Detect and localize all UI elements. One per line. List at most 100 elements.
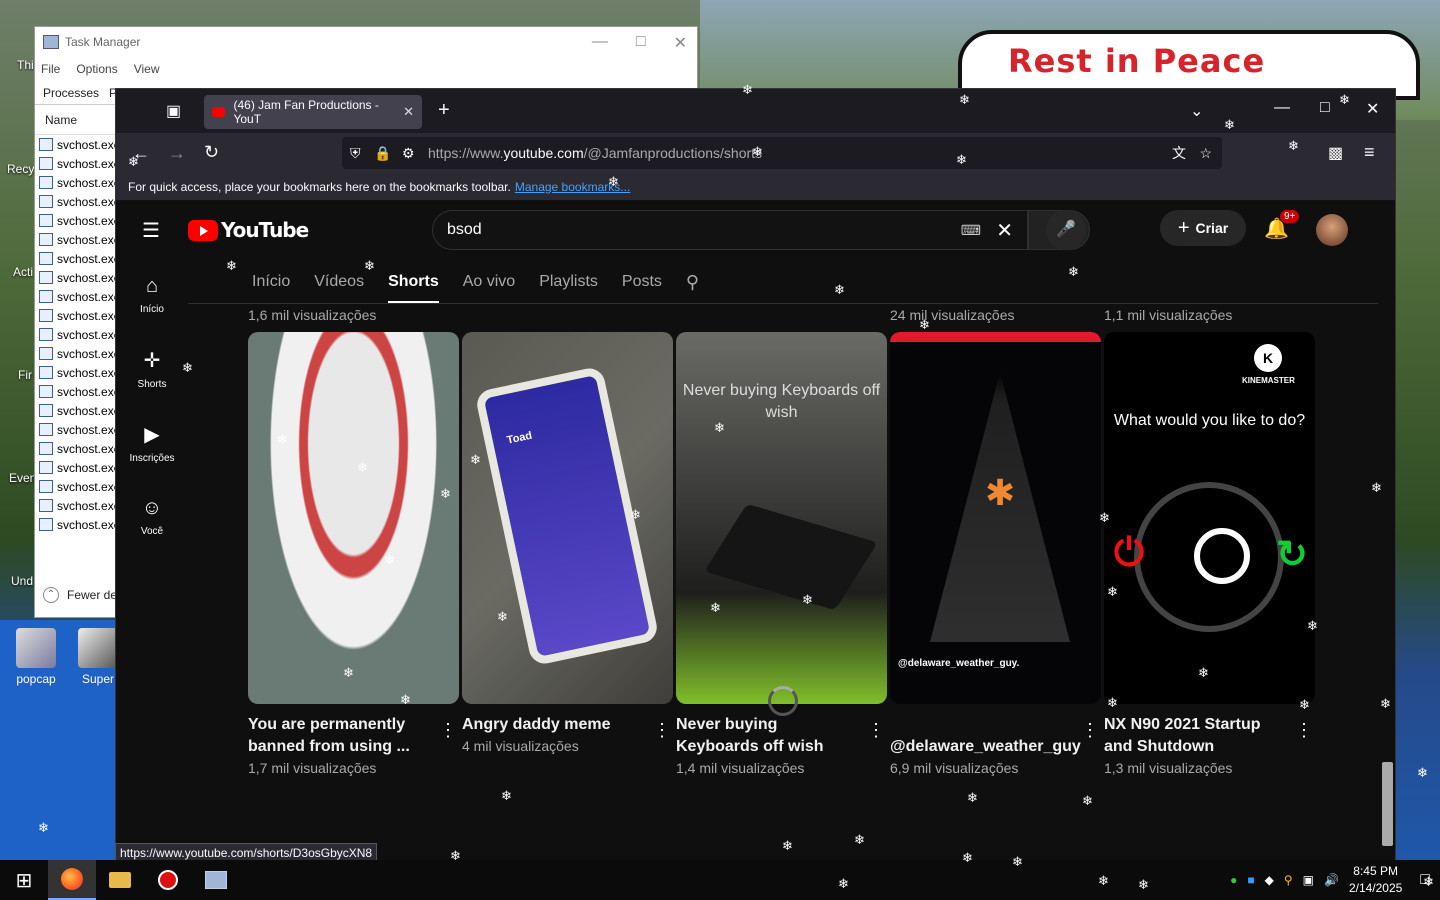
notifications-icon[interactable]: □ — [1420, 871, 1430, 889]
bookmark-star-icon[interactable]: ☆ — [1199, 145, 1212, 162]
back-icon[interactable]: ← — [132, 143, 150, 164]
sidebar-item-voce[interactable]: ☺ Você — [116, 480, 188, 554]
more-options-icon[interactable]: ⋮ — [867, 720, 885, 741]
short-title[interactable]: Angry daddy meme — [462, 714, 642, 736]
short-views: 24 mil visualizações — [890, 307, 1015, 323]
permissions-icon[interactable]: ⚙ — [402, 145, 415, 162]
fewer-details-button[interactable]: ⌃ Fewer de — [43, 587, 117, 603]
short-card[interactable]: Toad Angry daddy meme 4 mil visualizaçõe… — [462, 332, 673, 776]
taskbar-firefox[interactable] — [48, 860, 96, 900]
minimize-icon[interactable]: — — [592, 33, 608, 53]
menu-file[interactable]: File — [41, 62, 60, 76]
tray-icon[interactable]: ● — [1230, 873, 1237, 887]
short-card[interactable]: K KINEMASTER What would you like to do? … — [1104, 332, 1315, 776]
sidebar-item-shorts[interactable]: ✛ Shorts — [116, 332, 188, 406]
taskbar-task-manager[interactable] — [192, 860, 240, 900]
youtube-play-icon — [188, 219, 218, 241]
desktop-icon-popcap[interactable]: popcap — [12, 628, 60, 686]
short-title[interactable]: You are permanently banned from using ..… — [248, 714, 428, 758]
volume-icon[interactable]: 🔊 — [1324, 873, 1339, 887]
keyboard-icon[interactable]: ⌨ — [961, 222, 981, 239]
more-options-icon[interactable]: ⋮ — [653, 720, 671, 741]
tray-icon[interactable]: ⚲ — [1284, 873, 1293, 887]
maximize-icon[interactable]: □ — [636, 33, 646, 53]
short-thumbnail[interactable]: Never buying Keyboards off wish — [676, 332, 887, 704]
minimize-icon[interactable]: — — [1274, 99, 1290, 117]
more-options-icon[interactable]: ⋮ — [1295, 720, 1313, 741]
tray-icon[interactable]: ◆ — [1265, 873, 1274, 887]
short-thumbnail[interactable]: K KINEMASTER What would you like to do? … — [1104, 332, 1315, 704]
forward-icon[interactable]: → — [168, 143, 186, 164]
sidebar-item-label: Inscrições — [129, 453, 175, 464]
tab-list-icon[interactable]: ▣ — [166, 101, 181, 121]
tab-posts[interactable]: Posts — [622, 273, 662, 291]
more-options-icon[interactable]: ⋮ — [439, 720, 457, 741]
avatar[interactable] — [1316, 214, 1348, 246]
taskbar-recorder[interactable] — [144, 860, 192, 900]
menu-options[interactable]: Options — [76, 62, 117, 76]
close-icon[interactable]: ✕ — [674, 33, 687, 53]
tab-processes[interactable]: Processes — [43, 86, 99, 100]
voice-search-button[interactable]: 🎤 — [1046, 210, 1086, 250]
menu-view[interactable]: View — [134, 62, 160, 76]
search-input[interactable]: bsod ⌨ ✕ — [432, 210, 1028, 250]
menu-icon[interactable]: ≡ — [1364, 142, 1375, 163]
short-title[interactable]: NX N90 2021 Startup and Shutdown — [1104, 714, 1284, 758]
tab-inicio[interactable]: Início — [252, 273, 290, 291]
desktop-label[interactable]: Und — [11, 574, 33, 588]
short-thumbnail[interactable]: Toad — [462, 332, 673, 704]
create-button[interactable]: + Criar — [1160, 210, 1246, 246]
restart-icon: ↻ — [1276, 534, 1308, 576]
start-button[interactable]: ⊞ — [0, 860, 48, 900]
desktop-label[interactable]: Thi — [17, 58, 34, 72]
chevron-down-icon[interactable]: ⌄ — [1190, 101, 1203, 121]
close-icon[interactable]: ✕ — [1366, 99, 1379, 119]
scrollbar[interactable] — [1380, 202, 1395, 862]
tab-playlists[interactable]: Playlists — [539, 273, 598, 291]
short-card[interactable]: You are permanently banned from using ..… — [248, 332, 459, 776]
process-icon — [39, 233, 53, 246]
short-thumbnail[interactable]: ✱ @delaware_weather_guy. — [890, 332, 1101, 704]
url-bar[interactable]: ⛨ 🔒 ⚙ https://www. youtube.com/@Jamfanpro… — [342, 137, 1222, 169]
reload-icon[interactable]: ↻ — [204, 142, 219, 163]
short-views: 1,1 mil visualizações — [1104, 307, 1233, 323]
channel-search-icon[interactable]: ⚲ — [686, 272, 699, 293]
short-card[interactable]: ✱ @delaware_weather_guy. @delaware_weath… — [890, 332, 1101, 776]
close-tab-icon[interactable]: ✕ — [403, 104, 414, 120]
windows-icon: ⊞ — [15, 869, 33, 892]
new-tab-icon[interactable]: + — [438, 99, 450, 122]
youtube-logo[interactable]: YouTube — [188, 218, 309, 242]
manage-bookmarks-link[interactable]: Manage bookmarks... — [515, 180, 630, 194]
scrollbar-thumb[interactable] — [1382, 762, 1393, 846]
thumbnail-caption: Never buying Keyboards off wish — [682, 382, 881, 421]
process-name: svchost.exe — [57, 403, 121, 418]
extensions-icon[interactable]: ▩ — [1328, 143, 1343, 163]
tab-ao-vivo[interactable]: Ao vivo — [463, 273, 515, 291]
translate-icon[interactable]: 文 — [1172, 143, 1186, 163]
desktop-label[interactable]: Recy — [7, 162, 34, 176]
lock-icon[interactable]: 🔒 — [374, 145, 391, 162]
process-name: svchost.exe — [57, 346, 121, 361]
process-icon — [39, 480, 53, 493]
sidebar-item-inicio[interactable]: ⌂ Início — [116, 258, 188, 332]
hamburger-menu-icon[interactable]: ☰ — [142, 218, 160, 243]
desktop-label[interactable]: Acti — [13, 265, 33, 279]
tray-icon[interactable]: ■ — [1247, 873, 1254, 887]
tab-shorts[interactable]: Shorts — [388, 273, 439, 303]
more-options-icon[interactable]: ⋮ — [1081, 720, 1099, 741]
clear-search-icon[interactable]: ✕ — [996, 218, 1013, 243]
tab-youtube[interactable]: (46) Jam Fan Productions - YouT ✕ — [204, 95, 422, 129]
maximize-icon[interactable]: □ — [1320, 99, 1330, 117]
tab-videos[interactable]: Vídeos — [314, 273, 364, 291]
clock[interactable]: 8:45 PM 2/14/2025 — [1349, 863, 1402, 897]
shield-icon[interactable]: ⛨ — [350, 145, 361, 162]
firefox-window[interactable]: ▣ (46) Jam Fan Productions - YouT ✕ + ⌄ … — [115, 88, 1396, 862]
short-thumbnail[interactable] — [248, 332, 459, 704]
desktop-label[interactable]: Fir — [18, 368, 32, 382]
short-title[interactable]: Never buying Keyboards off wish — [676, 714, 856, 758]
sidebar-item-inscricoes[interactable]: ▶ Inscrições — [116, 406, 188, 480]
desktop-label[interactable]: Even — [9, 471, 36, 485]
taskbar-file-explorer[interactable] — [96, 860, 144, 900]
short-title[interactable]: @delaware_weather_guy — [890, 736, 1081, 758]
network-icon[interactable]: ▣ — [1303, 873, 1314, 887]
